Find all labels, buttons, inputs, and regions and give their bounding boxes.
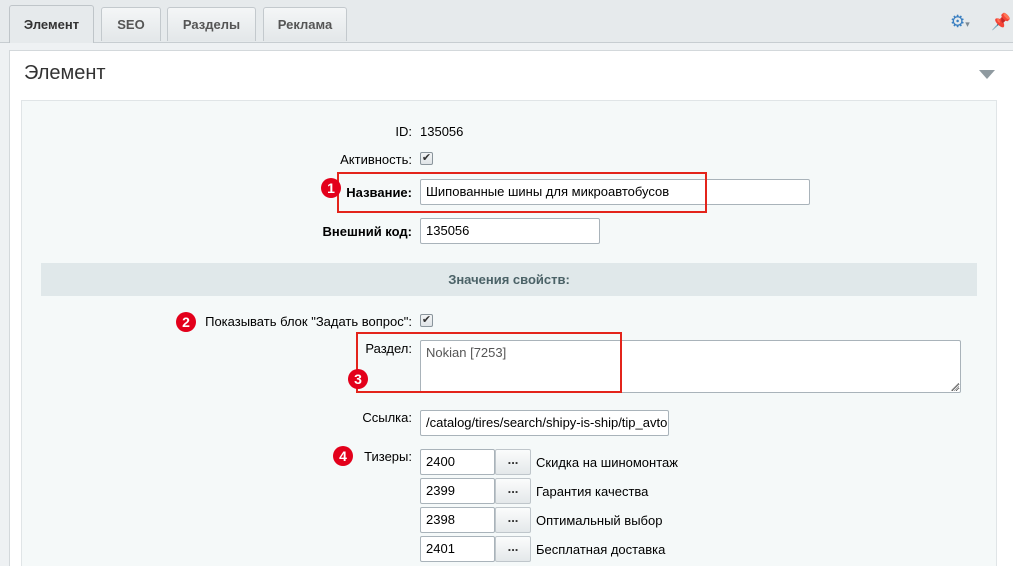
tab-seo[interactable]: SEO	[101, 7, 161, 41]
teaser-id-input[interactable]: 2398	[420, 507, 495, 533]
tab-element[interactable]: Элемент	[9, 5, 94, 43]
marker-4: 4	[333, 446, 353, 466]
check-icon: ✔	[421, 314, 432, 326]
gear-icon[interactable]: ⚙▾	[950, 13, 972, 31]
tab-sections[interactable]: Разделы	[167, 7, 256, 41]
external-code-input[interactable]: 135056	[420, 218, 600, 244]
tab-label: SEO	[117, 17, 145, 32]
marker-1: 1	[321, 178, 341, 198]
teaser-select-button[interactable]: ...	[495, 536, 531, 562]
teaser-id-input[interactable]: 2399	[420, 478, 495, 504]
teaser-name: Оптимальный выбор	[536, 513, 663, 528]
highlight-box-section	[356, 332, 622, 393]
marker-2: 2	[176, 312, 196, 332]
teaser-name: Бесплатная доставка	[536, 542, 666, 557]
panel-title: Элемент	[24, 62, 106, 84]
teaser-select-button[interactable]: ...	[495, 449, 531, 475]
resize-handle-icon[interactable]	[951, 383, 959, 391]
external-code-label: Внешний код:	[322, 224, 412, 239]
tab-label: Разделы	[182, 17, 241, 32]
teaser-select-button[interactable]: ...	[495, 507, 531, 533]
teaser-name: Скидка на шиномонтаж	[536, 455, 678, 470]
show-question-checkbox[interactable]: ✔	[420, 314, 433, 327]
marker-3: 3	[348, 369, 368, 389]
tab-label: Реклама	[277, 17, 333, 32]
teaser-name: Гарантия качества	[536, 484, 649, 499]
teaser-select-button[interactable]: ...	[495, 478, 531, 504]
tab-advertising[interactable]: Реклама	[263, 7, 347, 41]
collapse-arrow-icon[interactable]	[979, 70, 995, 79]
active-checkbox[interactable]: ✔	[420, 152, 433, 165]
highlight-box-name	[337, 172, 707, 213]
properties-section-title: Значения свойств:	[41, 263, 977, 296]
tab-label: Элемент	[23, 17, 80, 32]
pin-icon[interactable]: 📌	[991, 12, 1011, 32]
id-label: ID:	[395, 124, 412, 139]
link-label: Ссылка:	[362, 410, 412, 425]
check-icon: ✔	[421, 152, 432, 164]
link-input[interactable]: /catalog/tires/search/shipy-is-ship/tip_…	[420, 410, 669, 436]
id-value: 135056	[420, 124, 464, 139]
active-label: Активность:	[340, 152, 412, 167]
teaser-id-input[interactable]: 2401	[420, 536, 495, 562]
teaser-id-input[interactable]: 2400	[420, 449, 495, 475]
